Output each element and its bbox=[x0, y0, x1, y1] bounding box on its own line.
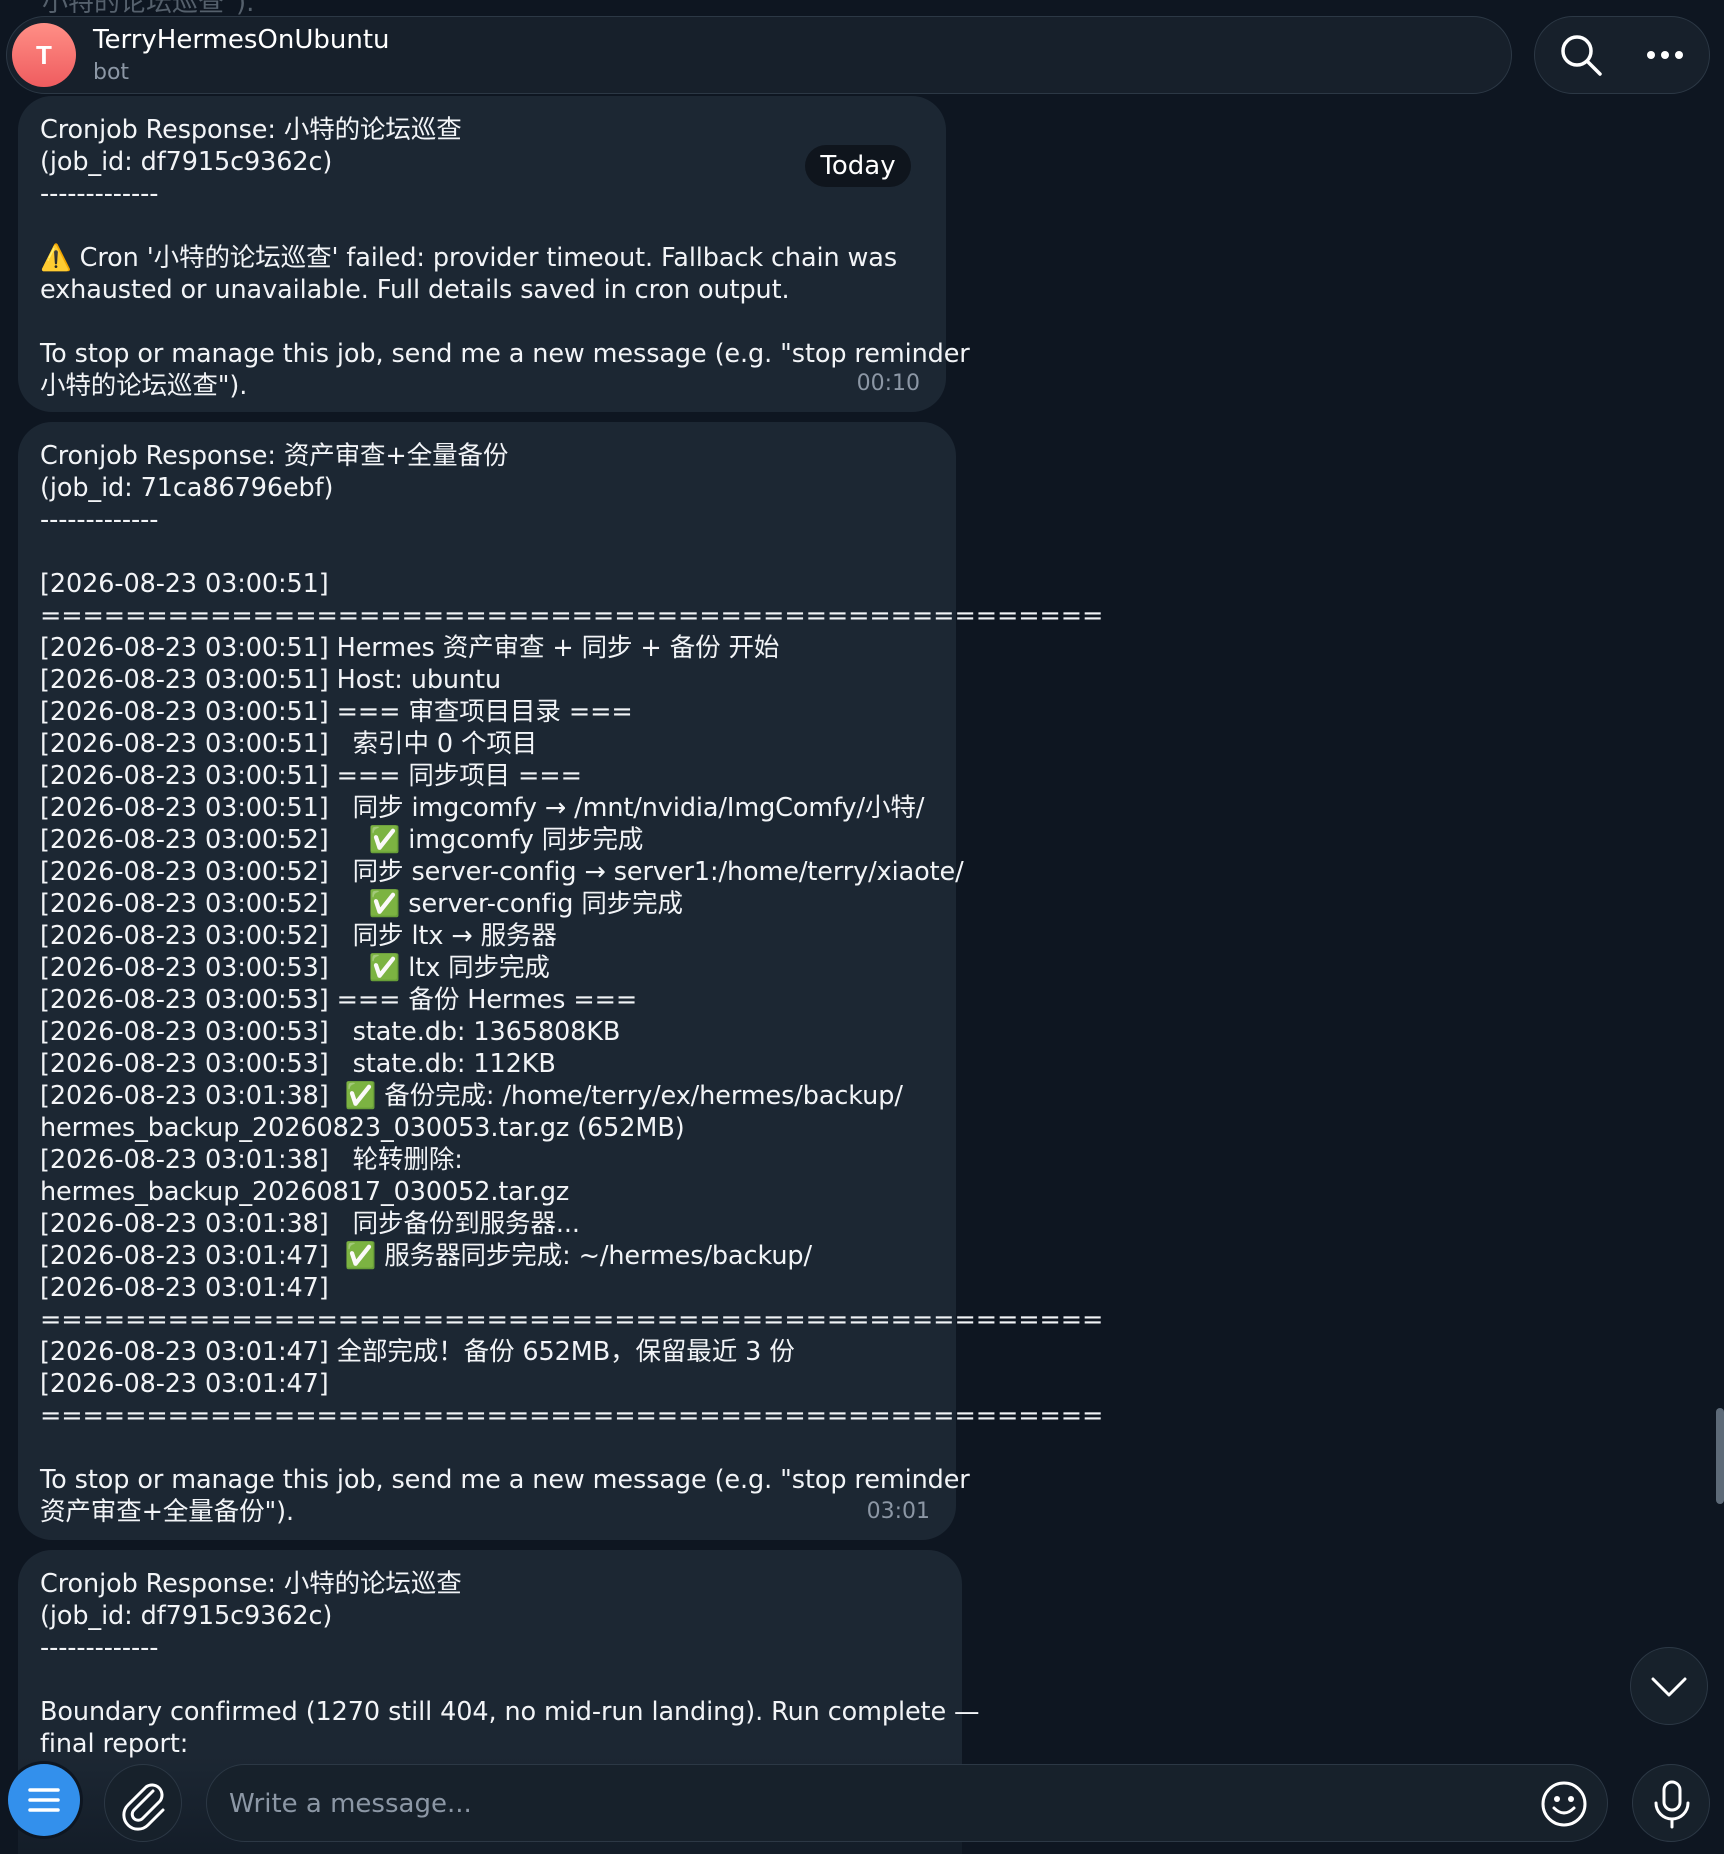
bot-menu-button[interactable] bbox=[8, 1764, 80, 1836]
message-line: [2026-08-23 03:00:53] ✅ ltx 同步完成 bbox=[40, 953, 550, 983]
message-line: [2026-08-23 03:01:38] 同步备份到服务器... bbox=[40, 1209, 580, 1239]
message-line: ------------- bbox=[40, 179, 159, 209]
chat-history[interactable]: 小特的论坛巡查"). Cronjob Response: 小特的论坛巡查 (jo… bbox=[0, 0, 1724, 1854]
message-line: [2026-08-23 03:01:38] ✅ 备份完成: /home/terr… bbox=[40, 1081, 903, 1111]
message-line: [2026-08-23 03:00:52] 同步 server-config →… bbox=[40, 857, 964, 887]
message-line: [2026-08-23 03:00:51] Hermes 资产审查 + 同步 +… bbox=[40, 633, 780, 663]
paperclip-icon bbox=[122, 1783, 165, 1831]
message-line: (job_id: 71ca86796ebf) bbox=[40, 473, 334, 503]
message-line: [2026-08-23 03:00:51] === 审查项目目录 === bbox=[40, 697, 633, 727]
message-line: Boundary confirmed (1270 still 404, no m… bbox=[40, 1697, 980, 1727]
message-line bbox=[40, 210, 924, 242]
message-line: [2026-08-23 03:00:52] ✅ imgcomfy 同步完成 bbox=[40, 825, 644, 855]
message-composer bbox=[206, 1764, 1608, 1842]
message-line: To stop or manage this job, send me a ne… bbox=[40, 339, 970, 369]
message-line: (job_id: df7915c9362c) bbox=[40, 147, 333, 177]
message-line: [2026-08-23 03:01:47] 全部完成！备份 652MB，保留最近… bbox=[40, 1337, 795, 1367]
message-line: ------------- bbox=[40, 1633, 159, 1663]
message-line: [2026-08-23 03:00:51] bbox=[40, 569, 329, 599]
attach-button[interactable] bbox=[104, 1764, 182, 1842]
message-line: [2026-08-23 03:00:53] state.db: 1365808K… bbox=[40, 1017, 621, 1047]
message-line: Cronjob Response: 资产审查+全量备份 bbox=[40, 441, 509, 471]
message-line: [2026-08-23 03:00:51] Host: ubuntu bbox=[40, 665, 502, 695]
message-line bbox=[40, 306, 924, 338]
message-line: Cronjob Response: 小特的论坛巡查 bbox=[40, 1569, 462, 1599]
message-line: [2026-08-23 03:01:47] bbox=[40, 1273, 329, 1303]
message-line: [2026-08-23 03:01:47] bbox=[40, 1369, 329, 1399]
message-line bbox=[40, 1432, 934, 1464]
message-line: [2026-08-23 03:00:52] ✅ server-config 同步… bbox=[40, 889, 683, 919]
message-line bbox=[40, 536, 934, 568]
message-line bbox=[40, 1664, 940, 1696]
header-actions bbox=[1534, 16, 1710, 94]
message-line: [2026-08-23 03:01:47] ✅ 服务器同步完成: ~/herme… bbox=[40, 1241, 812, 1271]
message-line: [2026-08-23 03:00:51] 同步 imgcomfy → /mnt… bbox=[40, 793, 925, 823]
chat-header[interactable]: T TerryHermesOnUbuntu bot bbox=[6, 16, 1512, 94]
avatar[interactable]: T bbox=[12, 23, 76, 87]
message-text: Cronjob Response: 小特的论坛巡查 (job_id: df791… bbox=[40, 114, 970, 402]
message-time: 03:01 bbox=[866, 1499, 930, 1524]
message-line: ------------- bbox=[40, 505, 159, 535]
message-line: ========================================… bbox=[40, 1305, 1104, 1335]
message-bubble[interactable]: Cronjob Response: 小特的论坛巡查 (job_id: df791… bbox=[18, 96, 970, 412]
message-line: (job_id: df7915c9362c) bbox=[40, 1601, 333, 1631]
message-line: [2026-08-23 03:00:53] state.db: 112KB bbox=[40, 1049, 556, 1079]
chevron-down-icon bbox=[1651, 1677, 1687, 1697]
message-text: Cronjob Response: 小特的论坛巡查 (job_id: df791… bbox=[40, 1568, 980, 1760]
chat-subtitle: bot bbox=[93, 60, 130, 85]
message-bubble[interactable]: Cronjob Response: 资产审查+全量备份 (job_id: 71c… bbox=[18, 422, 1104, 1540]
message-text: Cronjob Response: 资产审查+全量备份 (job_id: 71c… bbox=[40, 440, 1104, 1528]
message-line: 小特的论坛巡查"). bbox=[40, 371, 248, 401]
message-line: [2026-08-23 03:00:52] 同步 ltx → 服务器 bbox=[40, 921, 557, 951]
more-horizontal-icon[interactable] bbox=[1641, 31, 1689, 79]
microphone-icon bbox=[1654, 1780, 1690, 1829]
message-line: [2026-08-23 03:00:51] === 同步项目 === bbox=[40, 761, 582, 791]
search-icon[interactable] bbox=[1557, 31, 1605, 79]
voice-record-button[interactable] bbox=[1632, 1764, 1710, 1842]
scroll-to-bottom-button[interactable] bbox=[1630, 1647, 1708, 1725]
message-line: ⚠️ Cron '小特的论坛巡查' failed: provider timeo… bbox=[40, 243, 898, 273]
message-line: exhausted or unavailable. Full details s… bbox=[40, 275, 790, 305]
emoji-icon[interactable] bbox=[1539, 1779, 1589, 1829]
message-line: To stop or manage this job, send me a ne… bbox=[40, 1465, 970, 1495]
message-line: [2026-08-23 03:00:53] === 备份 Hermes === bbox=[40, 985, 638, 1015]
scrollbar-thumb[interactable] bbox=[1716, 1408, 1724, 1504]
message-line: ========================================… bbox=[40, 601, 1104, 631]
message-line: hermes_backup_20260817_030052.tar.gz bbox=[40, 1177, 570, 1207]
message-line: [2026-08-23 03:01:38] 轮转删除: bbox=[40, 1145, 463, 1175]
chat-title[interactable]: TerryHermesOnUbuntu bbox=[93, 25, 390, 55]
date-separator-pill: Today bbox=[805, 145, 911, 187]
message-line: 资产审查+全量备份"). bbox=[40, 1497, 294, 1527]
message-time: 00:10 bbox=[856, 371, 920, 396]
message-line: Cronjob Response: 小特的论坛巡查 bbox=[40, 115, 462, 145]
message-line: [2026-08-23 03:00:51] 索引中 0 个项目 bbox=[40, 729, 538, 759]
menu-icon bbox=[28, 1788, 60, 1812]
message-line: ========================================… bbox=[40, 1401, 1104, 1431]
message-line: hermes_backup_20260823_030053.tar.gz (65… bbox=[40, 1113, 685, 1143]
message-input[interactable] bbox=[227, 1775, 1501, 1833]
